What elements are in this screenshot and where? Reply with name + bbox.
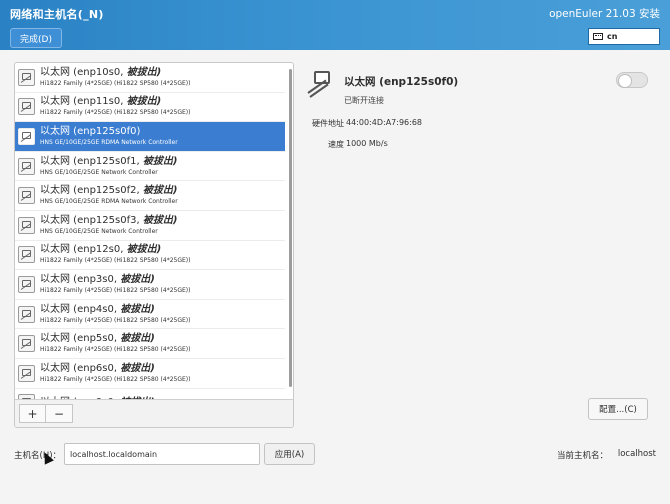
hardware-address-value: 44:00:4D:A7:96:68 <box>346 118 423 127</box>
device-list-item[interactable]: 以太网 (enp4s0, 被拔出) Hi1822 Family (4*25GE) … <box>15 300 285 330</box>
device-name-text: 以太网 (enp125s0f0) <box>40 125 141 137</box>
device-description: Hi1822 Family (4*25GE) (Hi1822 SP580 (4*… <box>40 109 191 117</box>
device-name: 以太网 (enp125s0f3, 被拔出) <box>40 214 178 226</box>
device-name-text: 以太网 (enp4s0, <box>40 303 118 315</box>
hostname-label: 主机名(H)： <box>14 451 62 461</box>
device-list-item[interactable]: 以太网 (enp3s0, 被拔出) Hi1822 Family (4*25GE) … <box>15 270 285 300</box>
device-description: Hi1822 Family (4*25GE) (Hi1822 SP580 (4*… <box>40 316 191 324</box>
device-name-text: 以太网 (enp12s0, <box>40 244 124 256</box>
connection-toggle[interactable] <box>616 72 648 88</box>
device-name-text: 以太网 (enp125s0f1, <box>40 155 140 167</box>
device-list-item[interactable]: 以太网 (enp6s0, 被拔出) Hi1822 Family (4*25GE) … <box>15 359 285 389</box>
device-description: Hi1822 Family (4*25GE) (Hi1822 SP580 (4*… <box>40 346 191 354</box>
top-header: 网络和主机名(_N) 完成(D) openEuler 21.03 安装 cn <box>0 0 670 50</box>
device-name: 以太网 (enp125s0f2, 被拔出) <box>40 186 178 196</box>
device-description: HNS GE/10GE/25GE Network Controller <box>40 168 158 176</box>
device-list-item[interactable]: 以太网 (enp9s0, 被拔出) <box>15 389 285 399</box>
ethernet-icon <box>18 127 35 145</box>
device-list-item[interactable]: 以太网 (enp5s0, 被拔出) Hi1822 Family (4*25GE) … <box>15 329 285 359</box>
ethernet-icon <box>18 335 35 353</box>
device-list-panel: 以太网 (enp10s0, 被拔出) Hi1822 Family (4*25GE)… <box>14 62 294 428</box>
device-list-toolbar: + − <box>15 399 293 427</box>
device-detail: 以太网 (enp125s0f0) 已断开连接 硬件地址 44:00:4D:A7:… <box>306 70 656 150</box>
ethernet-icon <box>18 68 35 86</box>
device-status: 被拔出) <box>120 273 155 285</box>
device-description: HNS GE/10GE/25GE RDMA Network Controller <box>40 138 178 146</box>
device-list-item[interactable]: 以太网 (enp125s0f1, 被拔出) HNS GE/10GE/25GE Ne… <box>15 152 285 182</box>
device-status: 被拔出) <box>120 333 155 345</box>
device-list-scrollbar[interactable] <box>287 65 292 395</box>
device-name-text: 以太网 (enp3s0, <box>40 273 118 285</box>
detail-connection-status: 已断开连接 <box>344 96 384 105</box>
device-list-item[interactable]: 以太网 (enp10s0, 被拔出) Hi1822 Family (4*25GE)… <box>15 63 285 93</box>
device-name: 以太网 (enp6s0, 被拔出) <box>40 362 190 374</box>
hardware-address-row: 硬件地址 44:00:4D:A7:96:68 <box>306 118 656 129</box>
done-button[interactable]: 完成(D) <box>10 28 62 48</box>
page-title: 网络和主机名(_N) <box>10 8 104 21</box>
device-name-text: 以太网 (enp125s0f2, <box>40 185 140 197</box>
hostname-input[interactable] <box>64 443 260 465</box>
speed-row: 速度 1000 Mb/s <box>306 139 656 150</box>
detail-device-name: 以太网 (enp125s0f0) <box>344 76 459 88</box>
keyboard-layout-label: cn <box>607 32 618 41</box>
device-name: 以太网 (enp10s0, 被拔出) <box>40 66 190 78</box>
ethernet-icon <box>18 305 35 323</box>
device-status: 被拔出) <box>126 96 162 108</box>
keyboard-icon <box>593 33 603 40</box>
device-name: 以太网 (enp125s0f1, 被拔出) <box>40 155 178 167</box>
remove-device-button[interactable]: − <box>46 404 73 423</box>
keyboard-layout-indicator[interactable]: cn <box>588 28 660 45</box>
device-description: HNS GE/10GE/25GE Network Controller <box>40 227 158 235</box>
device-status: 被拔出) <box>142 155 178 167</box>
ethernet-icon <box>18 364 35 382</box>
device-name: 以太网 (enp125s0f0) <box>40 125 178 137</box>
ethernet-icon <box>18 187 35 205</box>
device-status: 被拔出) <box>120 303 155 315</box>
device-list-item[interactable]: 以太网 (enp12s0, 被拔出) Hi1822 Family (4*25GE)… <box>15 241 285 271</box>
device-name: 以太网 (enp4s0, 被拔出) <box>40 303 190 315</box>
device-description: Hi1822 Family (4*25GE) (Hi1822 SP580 (4*… <box>40 375 191 383</box>
device-description: Hi1822 Family (4*25GE) (Hi1822 SP580 (4*… <box>40 257 191 265</box>
product-title: openEuler 21.03 安装 <box>549 8 660 20</box>
apply-hostname-button[interactable]: 应用(A) <box>264 443 315 465</box>
ethernet-icon <box>18 275 35 293</box>
device-status: 被拔出) <box>126 244 162 256</box>
device-name: 以太网 (enp5s0, 被拔出) <box>40 334 190 344</box>
add-device-button[interactable]: + <box>19 404 46 423</box>
device-list[interactable]: 以太网 (enp10s0, 被拔出) Hi1822 Family (4*25GE)… <box>15 63 285 399</box>
device-status: 被拔出) <box>120 362 155 374</box>
device-status: 被拔出) <box>142 214 178 226</box>
device-list-item[interactable]: 以太网 (enp11s0, 被拔出) Hi1822 Family (4*25GE)… <box>15 93 285 123</box>
device-description: HNS GE/10GE/25GE RDMA Network Controller <box>40 198 178 206</box>
ethernet-icon <box>18 246 35 264</box>
speed-value: 1000 Mb/s <box>346 139 388 148</box>
device-name: 以太网 (enp11s0, 被拔出) <box>40 97 190 107</box>
ethernet-icon <box>18 216 35 234</box>
device-list-item[interactable]: 以太网 (enp125s0f3, 被拔出) HNS GE/10GE/25GE Ne… <box>15 211 285 241</box>
device-name-text: 以太网 (enp10s0, <box>40 66 124 78</box>
ethernet-icon <box>18 98 35 116</box>
current-hostname-label: 当前主机名： <box>557 451 609 461</box>
device-description: Hi1822 Family (4*25GE) (Hi1822 SP580 (4*… <box>40 286 191 294</box>
device-name-text: 以太网 (enp6s0, <box>40 362 118 374</box>
hardware-address-label: 硬件地址 <box>312 119 344 128</box>
device-name: 以太网 (enp3s0, 被拔出) <box>40 273 190 285</box>
device-list-item[interactable]: 以太网 (enp125s0f0) HNS GE/10GE/25GE RDMA Ne… <box>15 122 285 152</box>
device-name-text: 以太网 (enp11s0, <box>40 96 124 108</box>
scrollbar-thumb[interactable] <box>289 69 292 387</box>
device-status: 被拔出) <box>126 66 162 78</box>
device-name: 以太网 (enp12s0, 被拔出) <box>40 245 190 255</box>
device-list-item[interactable]: 以太网 (enp125s0f2, 被拔出) HNS GE/10GE/25GE RD… <box>15 181 285 211</box>
configure-button[interactable]: 配置...(C) <box>588 398 648 420</box>
ethernet-icon <box>306 70 336 100</box>
device-description: Hi1822 Family (4*25GE) (Hi1822 SP580 (4*… <box>40 79 191 87</box>
device-name-text: 以太网 (enp125s0f3, <box>40 214 140 226</box>
device-status: 被拔出) <box>142 185 178 197</box>
device-name-text: 以太网 (enp5s0, <box>40 333 118 345</box>
ethernet-icon <box>18 157 35 175</box>
speed-label: 速度 <box>328 140 344 149</box>
current-hostname-value: localhost <box>617 449 656 459</box>
